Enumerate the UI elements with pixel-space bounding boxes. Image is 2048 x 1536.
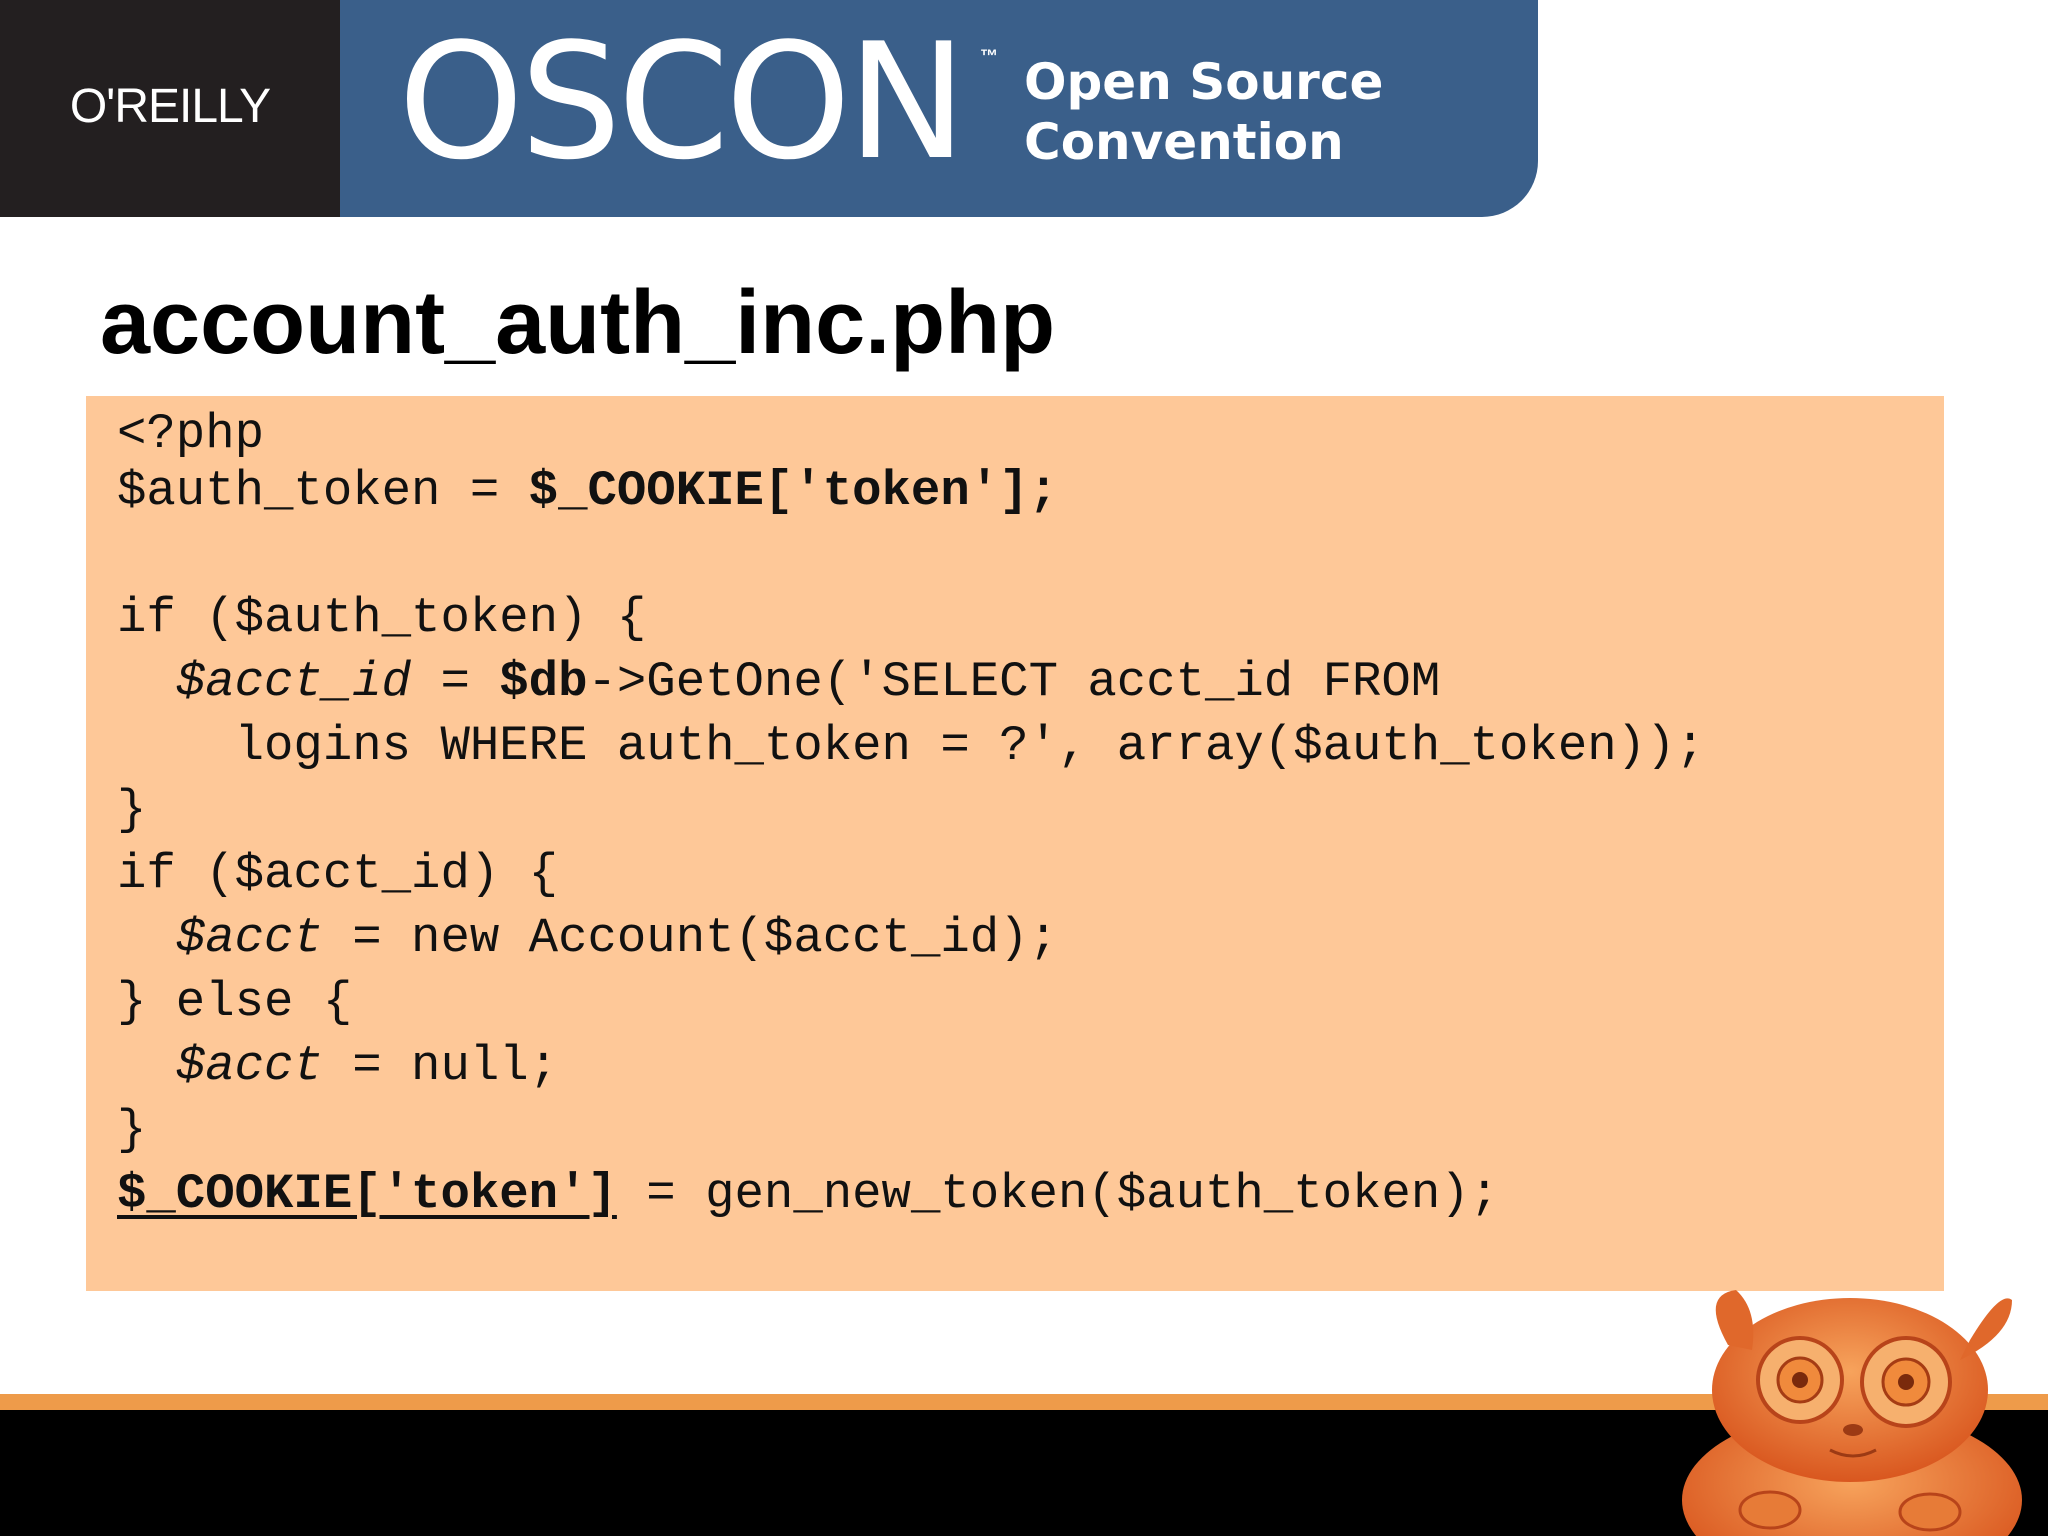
oscon-tagline: Open Source Convention [1024,52,1383,172]
code-token: $auth_token = [117,463,529,519]
tagline-line-2: Convention [1024,113,1344,171]
code-line: $_COOKIE['token'] = gen_new_token($auth_… [117,1166,1499,1222]
code-token: = [411,654,500,710]
code-token: $_COOKIE['token'] [117,1166,617,1222]
oscon-wordmark: OSCON [398,8,967,195]
tagline-line-1: Open Source [1024,53,1384,111]
code-token: if ($auth_token) { [117,590,647,646]
code-token: $_COOKIE['token']; [528,463,1058,519]
code-token: if ($acct_id) { [117,846,559,902]
oscon-banner: OSCON ™ Open Source Convention [340,0,1538,217]
oreilly-logo: O'REILLY [69,80,271,133]
code-line: } [117,782,146,838]
code-line: } [117,1102,146,1158]
code-token: <?php [117,406,265,462]
tarsier-mascot-icon [1682,1290,2022,1536]
code-token: } [117,1102,147,1158]
code-token: = null; [322,1038,559,1094]
publisher-logo-box: O'REILLY [0,0,340,217]
code-token: } else { [117,974,353,1030]
code-token: $acct [175,1038,323,1094]
code-token: logins WHERE auth_token = ?', array($aut… [117,718,1705,774]
slide-title: account_auth_inc.php [100,273,1056,373]
code-line: $auth_token = $_COOKIE['token']; [117,463,1058,519]
code-panel: <?php $auth_token = $_COOKIE['token']; i… [86,396,1944,1291]
code-line: logins WHERE auth_token = ?', array($aut… [117,718,1705,774]
trademark-symbol: ™ [980,46,998,66]
code-token: } [117,782,147,838]
code-token: $db [499,654,588,710]
code-line: $acct = new Account($acct_id); [117,910,1058,966]
code-line: <?php [117,406,264,462]
code-token: $acct_id [175,654,412,710]
code-line: $acct = null; [117,1038,558,1094]
code-line: $acct_id = $db->GetOne('SELECT acct_id F… [117,654,1440,710]
code-token: = new Account($acct_id); [322,910,1058,966]
code-token: $acct [175,910,323,966]
code-line: if ($auth_token) { [117,590,646,646]
code-line: if ($acct_id) { [117,846,558,902]
code-token: = gen_new_token($auth_token); [616,1166,1500,1222]
code-line: } else { [117,974,352,1030]
code-token: ->GetOne('SELECT acct_id FROM [587,654,1441,710]
